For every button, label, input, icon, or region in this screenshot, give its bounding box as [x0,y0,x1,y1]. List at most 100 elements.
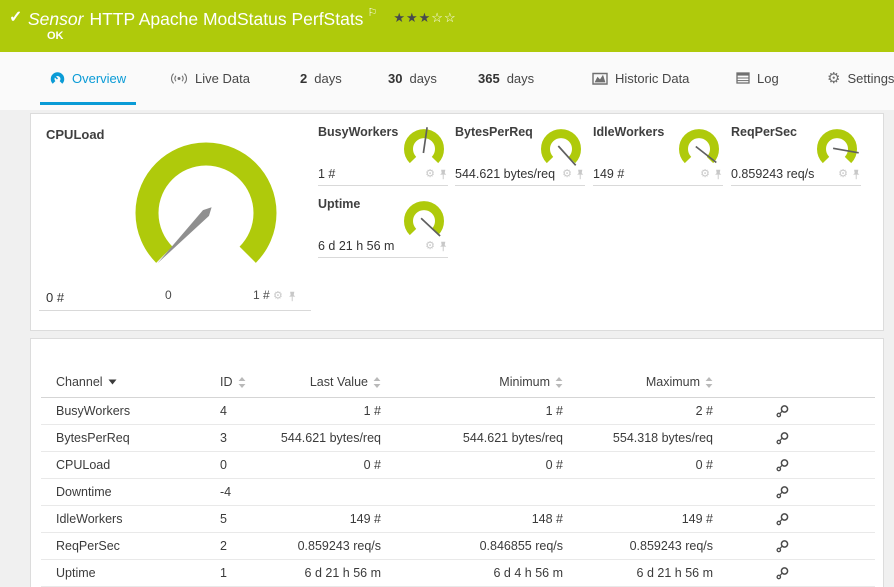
gauge-title: BytesPerReq [455,125,533,139]
pin-icon[interactable] [851,169,861,180]
gauge-tile-actions: ⚙ [838,169,861,180]
channel-settings-icon[interactable] [775,566,790,581]
gauges-panel: CPULoad 0 1 # 0 # ⚙ BusyWorkers 1 # ⚙ By… [30,113,884,331]
gear-icon[interactable]: ⚙ [425,241,435,252]
star-filled-icon[interactable]: ★ [393,10,406,25]
column-header-channel[interactable]: Channel [56,375,220,389]
channel-maximum: 0.859243 req/s [629,539,713,553]
gauge-tile-busyworkers: BusyWorkers 1 # ⚙ [318,122,448,186]
gauge-current-value: 0 # [46,290,65,305]
tile-divider [318,185,448,186]
channel-id: 5 [220,512,227,526]
gear-icon: ⚙ [827,69,841,87]
channel-minimum: 1 # [545,404,563,418]
channels-panel: Channel ID Last Value Minimum Maximum BusyWo… [30,338,884,587]
channel-maximum: 0 # [695,458,713,472]
star-empty-icon[interactable]: ☆ [444,10,457,25]
channel-settings-button[interactable] [713,458,875,473]
gauge-tile-actions: ⚙ [562,169,585,180]
priority-stars[interactable]: ★★★☆☆ [393,10,456,25]
sensor-header: ✓ Sensor HTTP Apache ModStatus PerfStats ⚐… [0,0,894,52]
channel-maximum: 2 # [695,404,713,418]
channel-last-value: 1 # [363,404,381,418]
channel-settings-icon[interactable] [775,431,790,446]
channel-settings-icon[interactable] [775,458,790,473]
tab-label-number: 365 [478,70,500,86]
channel-settings-button[interactable] [713,485,875,500]
channel-settings-icon[interactable] [775,539,790,554]
channel-settings-button[interactable] [713,566,875,581]
gauge-tile-uptime: Uptime 6 d 21 h 56 m ⚙ [318,194,448,258]
channel-id: -4 [220,485,232,499]
column-header-id[interactable]: ID [220,375,260,389]
tab-historic-data[interactable]: Historic Data [582,52,699,104]
channel-row-bytesperreq: BytesPerReq 3 544.621 bytes/req 544.621 … [41,425,875,452]
gauge-min-label: 0 [165,288,172,302]
channel-settings-icon[interactable] [775,404,790,419]
channel-settings-button[interactable] [713,539,875,554]
gear-icon[interactable]: ⚙ [562,169,572,180]
gear-icon[interactable]: ⚙ [273,291,283,302]
tab-label: Overview [72,70,127,86]
channel-id: 4 [220,404,227,418]
gauge-current-value: 0.859243 req/s [731,167,815,181]
gauge-icon [50,71,65,86]
channel-settings-icon[interactable] [775,485,790,500]
tab-overview[interactable]: Overview [40,52,137,105]
sort-icon [555,376,563,388]
channel-row-cpuload: CPULoad 0 0 # 0 # 0 # [41,452,875,479]
pin-icon[interactable] [575,169,585,180]
channel-minimum: 6 d 4 h 56 m [493,566,564,580]
gear-icon[interactable]: ⚙ [838,169,848,180]
tile-divider [593,185,723,186]
channel-settings-button[interactable] [713,431,875,446]
gear-icon[interactable]: ⚙ [700,169,710,180]
channel-name: Uptime [56,566,96,580]
pin-icon[interactable] [287,291,297,302]
sort-icon [705,376,713,388]
tab-2-days[interactable]: 2 days [290,52,352,104]
tab-settings[interactable]: ⚙ Settings [817,52,894,104]
pin-icon[interactable] [438,241,448,252]
star-empty-icon[interactable]: ☆ [431,10,444,25]
column-header-last-value[interactable]: Last Value [260,375,381,389]
status-ok-check-icon: ✓ [9,9,23,26]
channel-settings-button[interactable] [713,512,875,527]
pin-icon[interactable] [713,169,723,180]
channel-name: CPULoad [56,458,111,472]
channel-settings-icon[interactable] [775,512,790,527]
tab-log[interactable]: Log [726,52,789,104]
channel-last-value: 544.621 bytes/req [280,431,381,445]
gauge-tile-idleworkers: IdleWorkers 149 # ⚙ [593,122,723,186]
gauge-tile-reqpersec: ReqPerSec 0.859243 req/s ⚙ [731,122,861,186]
channel-id: 1 [220,566,227,580]
status-badge: OK [47,30,64,42]
gear-icon[interactable]: ⚙ [425,169,435,180]
channel-last-value: 0.859243 req/s [297,539,381,553]
channel-name: BusyWorkers [56,404,131,418]
tab-label: Historic Data [615,70,690,86]
gauge-tile-actions: ⚙ [273,291,297,302]
tab-label: Live Data [195,70,250,86]
gauge-tile-actions: ⚙ [425,169,448,180]
column-header-minimum[interactable]: Minimum [381,375,563,389]
column-header-maximum[interactable]: Maximum [563,375,713,389]
tab-label: days [409,70,437,86]
flag-icon[interactable]: ⚐ [367,7,377,19]
tab-30-days[interactable]: 30 days [378,52,447,104]
channel-maximum: 554.318 bytes/req [612,431,713,445]
tab-live-data[interactable]: Live Data [160,52,260,104]
page-title: HTTP Apache ModStatus PerfStats [89,9,364,29]
channel-minimum: 0.846855 req/s [479,539,563,553]
tile-divider [318,257,448,258]
star-filled-icon[interactable]: ★ [406,10,419,25]
tab-label: days [314,70,342,86]
pin-icon[interactable] [438,169,448,180]
star-filled-icon[interactable]: ★ [419,10,432,25]
gauge-max-label: 1 # [253,288,270,302]
tab-365-days[interactable]: 365 days [468,52,544,104]
gauge-current-value: 544.621 bytes/req [455,167,556,181]
channel-settings-button[interactable] [713,404,875,419]
channel-row-reqpersec: ReqPerSec 2 0.859243 req/s 0.846855 req/… [41,533,875,560]
gauge-title: CPULoad [46,127,105,142]
